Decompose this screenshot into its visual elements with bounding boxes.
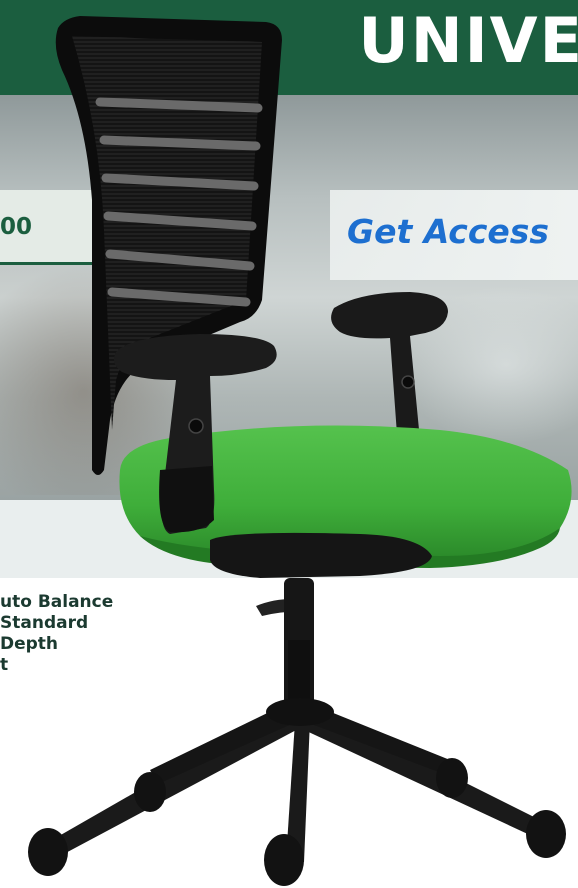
chair-backrest [55,16,282,475]
office-chair-image [28,16,572,886]
chair-mechanism [210,532,432,616]
chair-armrest-right [331,292,448,449]
